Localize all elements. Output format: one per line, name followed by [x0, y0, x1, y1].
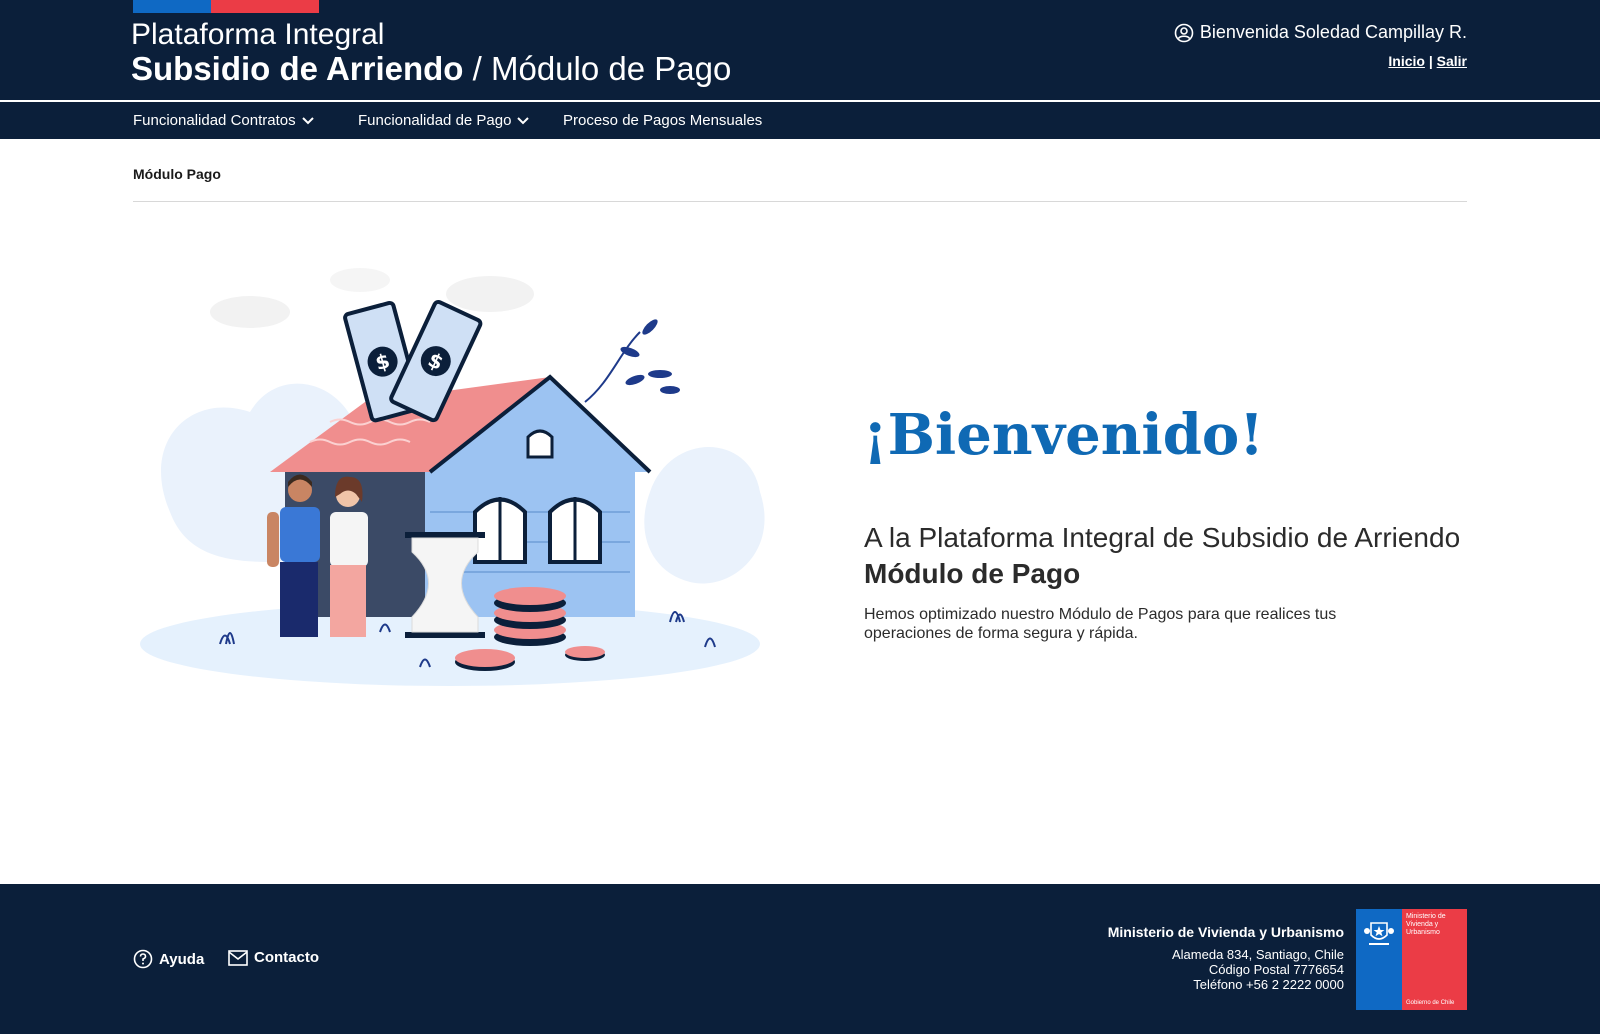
- user-links: Inicio | Salir: [1388, 53, 1467, 69]
- address-line-3: Teléfono +56 2 2222 0000: [1193, 977, 1344, 992]
- welcome-description: Hemos optimizado nuestro Módulo de Pagos…: [864, 606, 1337, 642]
- salir-link[interactable]: Salir: [1437, 53, 1467, 69]
- breadcrumb: Módulo Pago: [133, 166, 221, 182]
- inicio-link[interactable]: Inicio: [1388, 53, 1425, 69]
- nav-item-label: Proceso de Pagos Mensuales: [563, 112, 763, 129]
- flag-bar: [133, 0, 319, 13]
- ministry-name: Ministerio de Vivienda y Urbanismo: [1107, 924, 1344, 940]
- nav-item-label: Funcionalidad Contratos: [133, 112, 296, 129]
- user-greeting-text: Bienvenida Soledad Campillay R.: [1199, 22, 1467, 42]
- logo-gobierno-text: Gobierno de Chile: [1406, 1000, 1455, 1006]
- breadcrumb-divider: [133, 201, 1467, 202]
- link-separator: |: [1428, 53, 1433, 69]
- chevron-down-icon: [301, 116, 314, 124]
- user-circle-icon: [1174, 23, 1194, 42]
- mail-icon: [228, 949, 248, 966]
- logo-ministry-text: Ministerio de Vivienda y Urbanismo: [1406, 913, 1446, 936]
- flag-blue-stripe: [133, 0, 211, 13]
- help-link[interactable]: Ayuda: [133, 949, 204, 969]
- help-circle-icon: [133, 949, 153, 969]
- logo-red-panel: Ministerio de Vivienda y Urbanismo Gobie…: [1402, 909, 1467, 1010]
- nav-item-funcionalidad-contratos[interactable]: Funcionalidad Contratos: [133, 112, 314, 129]
- nav-item-funcionalidad-de-pago[interactable]: Funcionalidad de Pago: [358, 112, 530, 129]
- nav-item-proceso-de-pagos[interactable]: Proceso de Pagos Mensuales: [563, 112, 762, 129]
- contact-label: Contacto: [254, 949, 319, 966]
- site-footer: Ayuda Contacto Ministerio de Vivienda y …: [0, 884, 1600, 1034]
- chevron-down-icon: [517, 116, 530, 124]
- module-title-strong: Subsidio de Arriendo: [131, 50, 464, 87]
- main-nav: Funcionalidad Contratos Funcionalidad de…: [0, 101, 1600, 139]
- address-line-2: Código Postal 7776654: [1208, 962, 1344, 977]
- module-title: Subsidio de Arriendo / Módulo de Pago: [131, 50, 731, 88]
- welcome-title: ¡Bienvenido!: [863, 402, 1264, 468]
- welcome-subtitle-text: A la Plataforma Integral de Subsidio de …: [864, 522, 1461, 553]
- contact-link[interactable]: Contacto: [228, 949, 319, 966]
- welcome-subtitle: A la Plataforma Integral de Subsidio de …: [864, 520, 1460, 592]
- flag-red-stripe: [211, 0, 319, 13]
- coat-of-arms-icon: [1364, 922, 1394, 945]
- platform-title: Plataforma Integral: [131, 18, 385, 51]
- ministry-info: Ministerio de Vivienda y Urbanismo Alame…: [1108, 924, 1344, 992]
- user-greeting: Bienvenida Soledad Campillay R.: [1174, 22, 1467, 43]
- ministry-logo: Ministerio de Vivienda y Urbanismo Gobie…: [1356, 909, 1467, 1010]
- welcome-subtitle-strong: Módulo de Pago: [864, 558, 1081, 589]
- address-line-1: Alameda 834, Santiago, Chile: [1171, 947, 1344, 962]
- logo-blue-panel: [1356, 909, 1402, 1010]
- site-header: Plataforma Integral Subsidio de Arriendo…: [0, 0, 1600, 100]
- house-payment-illustration: $ $: [140, 268, 765, 686]
- help-label: Ayuda: [159, 950, 205, 968]
- module-title-light: / Módulo de Pago: [463, 50, 732, 87]
- nav-item-label: Funcionalidad de Pago: [358, 112, 512, 129]
